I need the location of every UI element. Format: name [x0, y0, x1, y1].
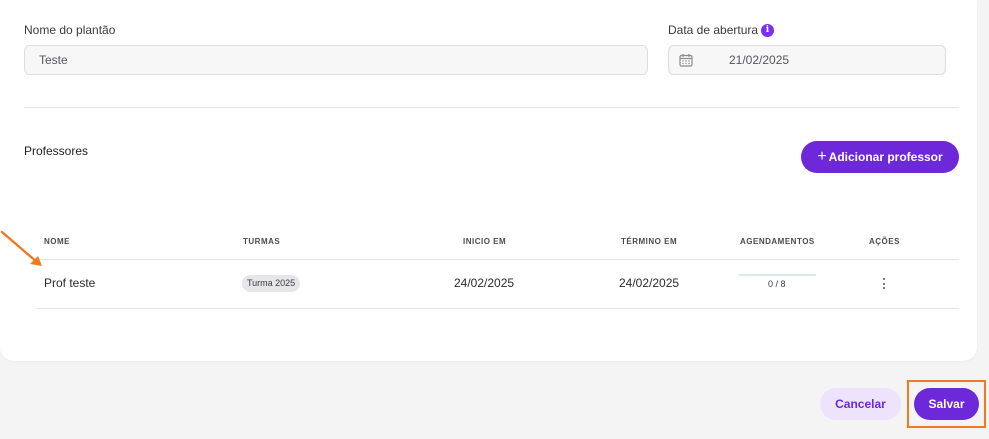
agendamentos-count: 0 / 8: [768, 279, 786, 289]
date-input-value: 21/02/2025: [729, 53, 790, 67]
name-input-value: Teste: [39, 53, 68, 67]
termino-date: 24/02/2025: [619, 276, 680, 290]
add-professor-button[interactable]: + Adicionar professor: [801, 141, 959, 173]
info-icon[interactable]: i: [761, 24, 774, 37]
form-card: Nome do plantão Teste Data de abertura i…: [0, 0, 977, 361]
column-header-acoes: AÇÕES: [869, 237, 900, 246]
column-header-turmas[interactable]: TURMAS: [243, 237, 280, 246]
kebab-menu-icon[interactable]: [879, 278, 889, 292]
name-label: Nome do plantão: [24, 23, 116, 37]
save-button[interactable]: Salvar: [914, 388, 979, 420]
section-divider: [24, 107, 959, 108]
date-label: Data de abertura: [668, 23, 759, 37]
agendamentos-progress-bar: [739, 274, 816, 276]
cancel-button[interactable]: Cancelar: [820, 388, 901, 420]
date-input[interactable]: 21/02/2025: [668, 45, 946, 75]
column-header-inicio[interactable]: INICIO EM: [463, 237, 506, 246]
column-header-nome[interactable]: NOME: [44, 237, 70, 246]
turma-badge: Turma 2025: [242, 275, 301, 292]
professors-section-title: Professores: [24, 144, 89, 158]
arrow-icon: [0, 230, 42, 266]
add-professor-label: Adicionar professor: [828, 150, 943, 164]
calendar-icon: [679, 54, 693, 67]
professor-name: Prof teste: [44, 276, 96, 290]
table-header-divider: [37, 259, 959, 260]
name-input[interactable]: Teste: [24, 45, 648, 75]
column-header-agendamentos[interactable]: AGENDAMENTOS: [740, 237, 815, 246]
column-header-termino[interactable]: TÉRMINO EM: [621, 237, 677, 246]
plus-icon: +: [817, 148, 827, 165]
inicio-date: 24/02/2025: [454, 276, 515, 290]
table-row-divider: [37, 308, 959, 309]
